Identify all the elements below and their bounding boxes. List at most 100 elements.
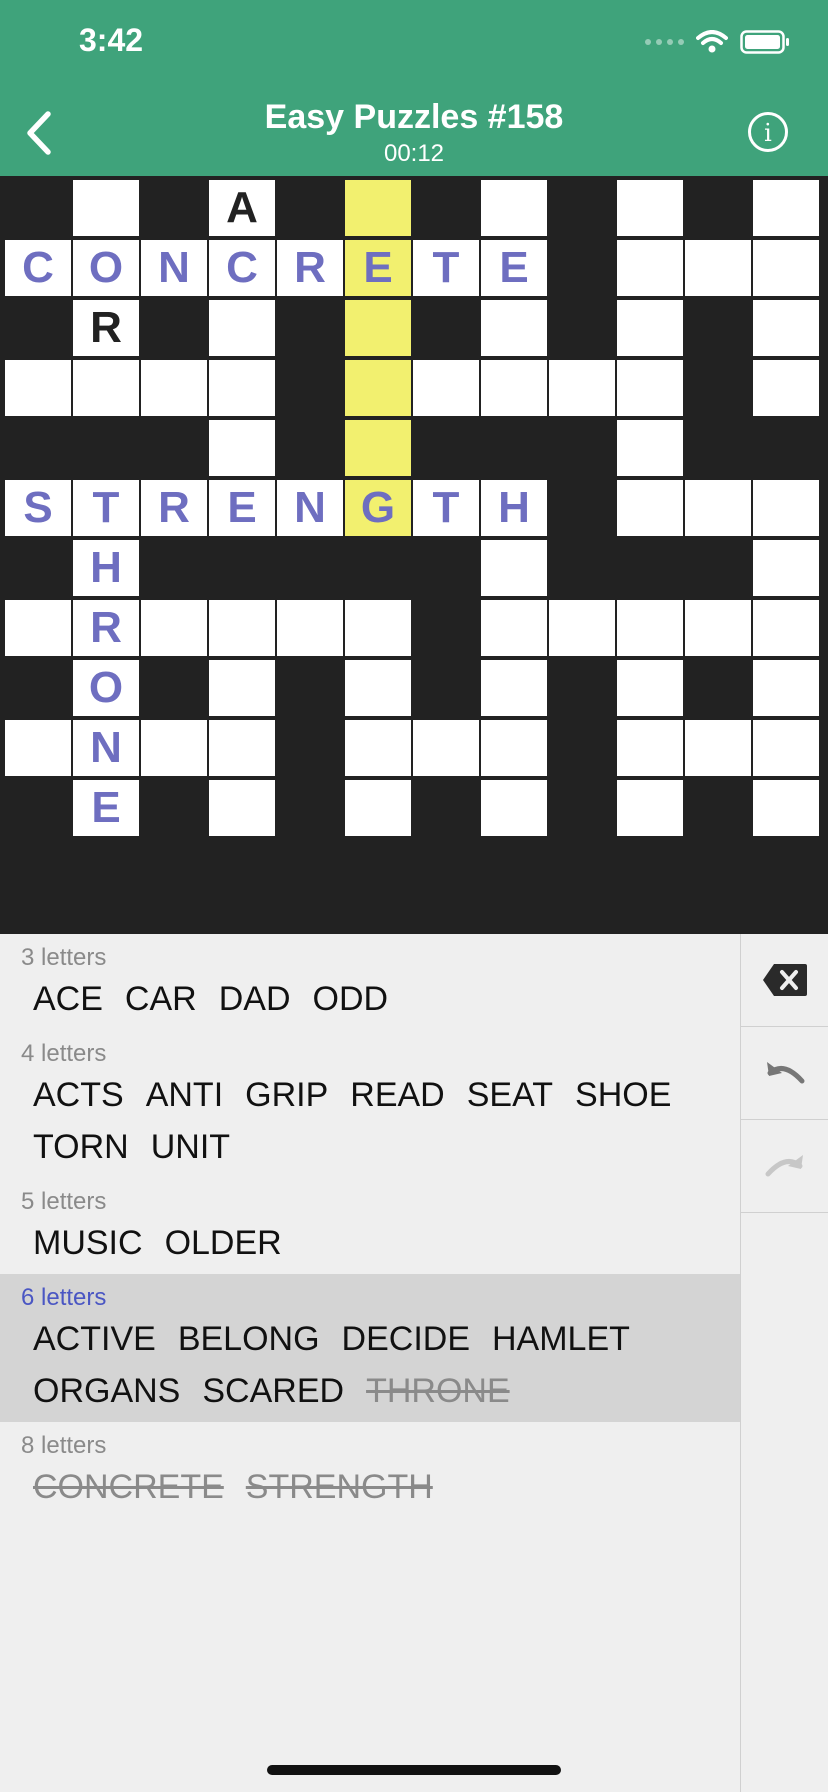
word-item[interactable]: SHOE [575,1070,671,1120]
grid-cell[interactable]: T [413,480,479,536]
grid-cell[interactable] [141,600,207,656]
grid-cell[interactable] [345,420,411,476]
grid-cell[interactable]: T [413,240,479,296]
grid-cell[interactable] [617,360,683,416]
grid-cell[interactable] [209,420,275,476]
grid-cell[interactable] [209,720,275,776]
word-item[interactable]: THRONE [366,1366,510,1416]
grid-cell[interactable] [753,480,819,536]
word-item[interactable]: STRENGTH [246,1462,433,1512]
delete-button[interactable] [741,934,828,1027]
grid-cell[interactable] [617,780,683,836]
grid-cell[interactable]: R [277,240,343,296]
grid-cell[interactable] [753,720,819,776]
word-item[interactable]: SCARED [202,1366,344,1416]
word-item[interactable]: OLDER [165,1218,282,1268]
grid-cell[interactable] [481,600,547,656]
word-item[interactable]: TORN [33,1122,129,1172]
grid-cell[interactable]: R [73,600,139,656]
grid-cell[interactable]: S [5,480,71,536]
grid-cell[interactable]: H [481,480,547,536]
grid-cell[interactable] [685,720,751,776]
grid-cell[interactable] [617,720,683,776]
grid-cell[interactable] [209,660,275,716]
grid-cell[interactable] [617,660,683,716]
grid-cell[interactable]: T [73,480,139,536]
word-item[interactable]: ODD [313,974,389,1024]
word-item[interactable]: DAD [219,974,291,1024]
grid-cell[interactable] [481,720,547,776]
grid-cell[interactable] [481,180,547,236]
grid-cell[interactable] [345,720,411,776]
grid-cell[interactable]: R [141,480,207,536]
word-item[interactable]: ACTS [33,1070,124,1120]
grid-cell[interactable]: C [209,240,275,296]
grid-cell[interactable]: N [277,480,343,536]
grid-cell[interactable]: H [73,540,139,596]
word-item[interactable]: CONCRETE [33,1462,224,1512]
grid-cell[interactable]: N [141,240,207,296]
grid-cell[interactable] [345,660,411,716]
undo-button[interactable] [741,1027,828,1120]
grid-cell[interactable] [413,360,479,416]
grid-cell[interactable] [5,600,71,656]
grid-cell[interactable] [73,360,139,416]
grid-cell[interactable]: E [481,240,547,296]
grid-cell[interactable]: E [345,240,411,296]
grid-cell[interactable]: N [73,720,139,776]
grid-cell[interactable] [345,300,411,356]
grid-cell[interactable] [753,240,819,296]
grid-cell[interactable] [277,600,343,656]
grid-cell[interactable] [209,300,275,356]
word-item[interactable]: SEAT [467,1070,553,1120]
grid-cell[interactable] [753,540,819,596]
word-item[interactable]: GRIP [245,1070,328,1120]
grid-cell[interactable] [617,300,683,356]
word-item[interactable]: DECIDE [342,1314,470,1364]
grid-cell[interactable] [753,780,819,836]
grid-cell[interactable] [5,720,71,776]
grid-cell[interactable] [345,180,411,236]
word-item[interactable]: MUSIC [33,1218,143,1268]
grid-cell[interactable] [141,720,207,776]
grid-cell[interactable] [481,540,547,596]
grid-cell[interactable] [617,240,683,296]
grid-cell[interactable] [5,360,71,416]
info-button[interactable]: i [748,112,788,152]
word-item[interactable]: UNIT [151,1122,230,1172]
grid-cell[interactable] [685,480,751,536]
grid-cell[interactable] [753,180,819,236]
word-item[interactable]: BELONG [178,1314,320,1364]
grid-cell[interactable] [209,780,275,836]
grid-cell[interactable]: G [345,480,411,536]
grid-cell[interactable] [481,300,547,356]
grid-cell[interactable] [685,240,751,296]
grid-cell[interactable] [753,300,819,356]
grid-cell[interactable]: A [209,180,275,236]
grid-cell[interactable] [617,600,683,656]
grid-cell[interactable] [753,660,819,716]
grid-cell[interactable] [73,180,139,236]
grid-cell[interactable] [753,360,819,416]
grid-cell[interactable] [549,360,615,416]
grid-cell[interactable] [345,360,411,416]
grid-cell[interactable]: O [73,660,139,716]
grid-cell[interactable] [753,600,819,656]
grid-cell[interactable] [345,780,411,836]
word-item[interactable]: HAMLET [492,1314,630,1364]
redo-button[interactable] [741,1120,828,1213]
word-item[interactable]: ACTIVE [33,1314,156,1364]
grid-cell[interactable]: C [5,240,71,296]
grid-cell[interactable] [549,600,615,656]
grid-cell[interactable] [209,600,275,656]
grid-cell[interactable]: R [73,300,139,356]
grid-cell[interactable] [209,360,275,416]
word-item[interactable]: ACE [33,974,103,1024]
grid-cell[interactable] [685,600,751,656]
word-item[interactable]: ANTI [146,1070,223,1120]
grid-cell[interactable] [345,600,411,656]
word-item[interactable]: ORGANS [33,1366,180,1416]
grid-cell[interactable]: E [209,480,275,536]
grid-cell[interactable] [141,360,207,416]
grid-cell[interactable] [617,480,683,536]
